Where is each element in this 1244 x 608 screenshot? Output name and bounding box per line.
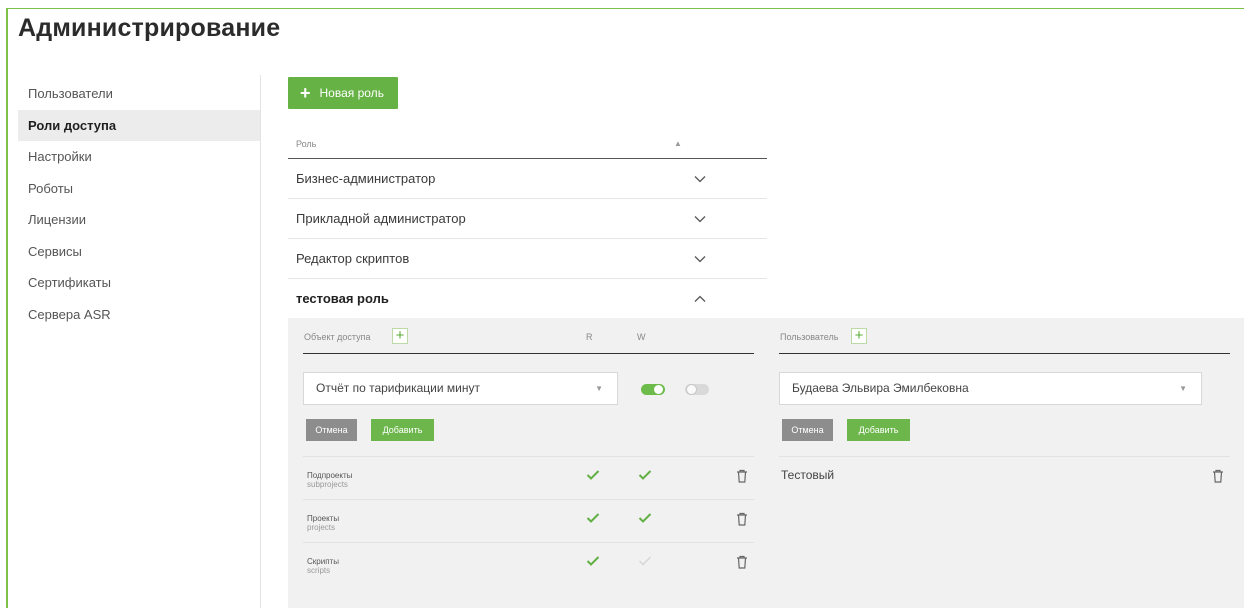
- user-row: Тестовый: [779, 456, 1230, 498]
- trash-icon[interactable]: [1212, 469, 1224, 483]
- sidebar: Пользователи Роли доступа Настройки Робо…: [18, 78, 260, 330]
- chevron-down-icon[interactable]: [694, 173, 706, 185]
- sidebar-item-certificates[interactable]: Сертификаты: [18, 267, 260, 299]
- chevron-down-icon[interactable]: [694, 253, 706, 265]
- role-name: Прикладной администратор: [296, 211, 466, 226]
- dropdown-caret-icon: ▼: [595, 384, 603, 393]
- read-check-icon[interactable]: [586, 469, 600, 481]
- sidebar-item-licenses[interactable]: Лицензии: [18, 204, 260, 236]
- role-name: Бизнес-администратор: [296, 171, 436, 186]
- role-row[interactable]: Бизнес-администратор: [288, 159, 767, 199]
- access-object-column-label: Объект доступа: [304, 332, 371, 342]
- users-header: Пользователь +: [779, 318, 1230, 354]
- new-role-button[interactable]: + Новая роль: [288, 77, 398, 109]
- new-role-label: Новая роль: [319, 86, 384, 100]
- read-check-icon[interactable]: [586, 512, 600, 524]
- add-access-button[interactable]: Добавить: [371, 419, 434, 441]
- access-object-name: Скрипты scripts: [307, 557, 339, 575]
- add-user-button[interactable]: Добавить: [847, 419, 910, 441]
- sidebar-item-asr-servers[interactable]: Сервера ASR: [18, 299, 260, 331]
- user-select-value: Будаева Эльвира Эмилбековна: [792, 381, 969, 395]
- role-name: тестовая роль: [296, 291, 389, 306]
- access-objects-header: Объект доступа + R W: [303, 318, 754, 354]
- access-object-name: Проекты projects: [307, 514, 340, 532]
- access-object-row: Проекты projects: [303, 499, 754, 542]
- access-object-row: Скрипты scripts: [303, 542, 754, 585]
- chevron-up-icon[interactable]: [694, 293, 706, 305]
- access-object-name: Подпроекты subprojects: [307, 471, 353, 489]
- role-details-panel: Объект доступа + R W Отчёт по тарификаци…: [288, 318, 1244, 608]
- roles-table-header: Роль ▲: [288, 128, 767, 159]
- trash-icon[interactable]: [736, 512, 748, 526]
- sidebar-divider: [260, 75, 261, 608]
- role-name: Редактор скриптов: [296, 251, 410, 266]
- read-permission-toggle[interactable]: [641, 384, 665, 395]
- read-column-label: R: [586, 332, 593, 342]
- cancel-user-button[interactable]: Отмена: [782, 419, 833, 441]
- cancel-access-button[interactable]: Отмена: [306, 419, 357, 441]
- write-check-icon[interactable]: [638, 512, 652, 524]
- role-row[interactable]: Прикладной администратор: [288, 199, 767, 239]
- trash-icon[interactable]: [736, 555, 748, 569]
- read-check-icon[interactable]: [586, 555, 600, 567]
- write-permission-toggle[interactable]: [685, 384, 709, 395]
- sort-icon[interactable]: ▲: [674, 128, 682, 160]
- chevron-down-icon[interactable]: [694, 213, 706, 225]
- plus-icon: +: [300, 83, 311, 103]
- sidebar-item-users[interactable]: Пользователи: [18, 78, 260, 110]
- roles-table: Роль ▲ Бизнес-администратор Прикладной а…: [288, 128, 767, 319]
- access-object-select-value: Отчёт по тарификации минут: [316, 381, 480, 395]
- role-row[interactable]: Редактор скриптов: [288, 239, 767, 279]
- access-object-code: projects: [307, 523, 336, 532]
- user-name: Тестовый: [781, 468, 835, 482]
- sidebar-item-access-roles[interactable]: Роли доступа: [18, 109, 260, 141]
- write-column-label: W: [637, 332, 646, 342]
- dropdown-caret-icon: ▼: [1179, 384, 1187, 393]
- user-column-label: Пользователь: [780, 332, 839, 342]
- access-object-row: Подпроекты subprojects: [303, 456, 754, 499]
- sidebar-item-robots[interactable]: Роботы: [18, 173, 260, 205]
- access-object-code: scripts: [307, 566, 331, 575]
- write-check-icon-inactive[interactable]: [638, 555, 652, 567]
- write-check-icon[interactable]: [638, 469, 652, 481]
- access-object-code: subprojects: [307, 480, 348, 489]
- sidebar-item-services[interactable]: Сервисы: [18, 236, 260, 268]
- page-title: Администрирование: [18, 14, 281, 42]
- user-select[interactable]: Будаева Эльвира Эмилбековна ▼: [779, 372, 1202, 405]
- add-user-icon[interactable]: +: [851, 328, 867, 344]
- trash-icon[interactable]: [736, 469, 748, 483]
- role-row-expanded[interactable]: тестовая роль: [288, 279, 767, 319]
- sidebar-item-settings[interactable]: Настройки: [18, 141, 260, 173]
- add-access-object-icon[interactable]: +: [392, 328, 408, 344]
- role-column-header: Роль: [296, 139, 317, 149]
- access-object-select[interactable]: Отчёт по тарификации минут ▼: [303, 372, 618, 405]
